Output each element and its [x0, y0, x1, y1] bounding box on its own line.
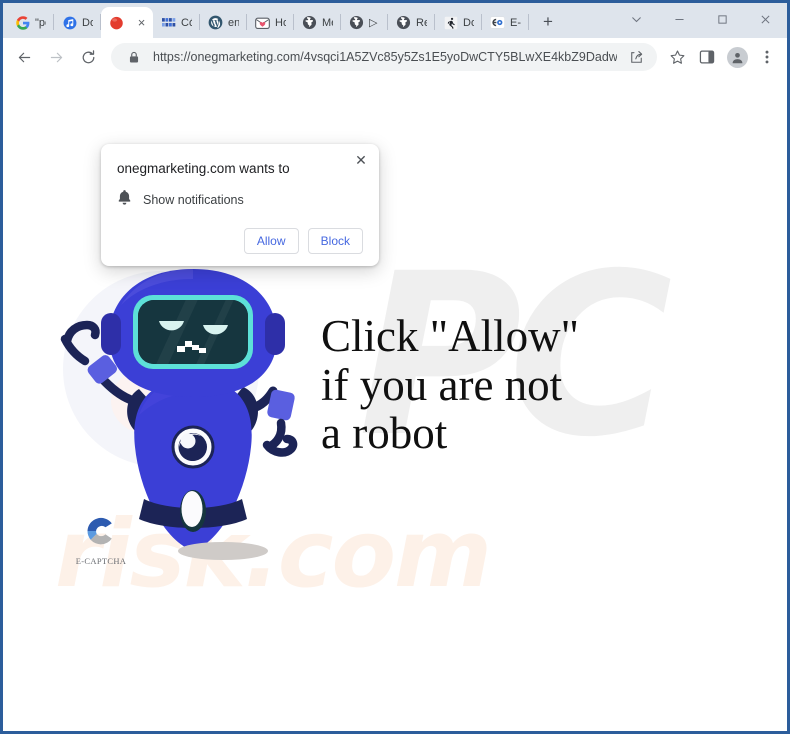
side-panel-icon[interactable]: [693, 43, 721, 71]
tab-title: "pc: [35, 16, 46, 29]
globe-icon: [396, 15, 411, 30]
tab-0[interactable]: "pc: [7, 7, 53, 38]
tab-title: Do: [82, 16, 93, 29]
captcha-logo: E-CAPTCHA: [69, 513, 133, 566]
tab-title: ▷ |: [369, 17, 380, 29]
minimize-icon[interactable]: [658, 3, 701, 36]
tab-1[interactable]: Do: [54, 7, 100, 38]
close-icon[interactable]: ✕: [351, 150, 371, 170]
browser-window: "pc Do ×: [0, 0, 790, 734]
google-g-icon: [15, 15, 30, 30]
tab-6[interactable]: Me: [294, 7, 340, 38]
url-text[interactable]: https://onegmarketing.com/4vsqci1A5ZVc85…: [153, 50, 617, 64]
close-icon[interactable]: [744, 3, 787, 36]
tab-title: en: [228, 16, 239, 29]
tab-title: Do: [463, 16, 474, 29]
allow-button[interactable]: Allow: [243, 228, 299, 254]
c-ring-logo-icon: [83, 517, 119, 553]
address-bar[interactable]: https://onegmarketing.com/4vsqci1A5ZVc85…: [111, 43, 657, 71]
tab-10[interactable]: E-C: [482, 7, 528, 38]
person-dark-icon: [443, 15, 458, 30]
tab-7[interactable]: ▷ |: [341, 7, 387, 38]
globe-icon: [349, 15, 364, 30]
three-dot-menu-icon[interactable]: [753, 43, 781, 71]
bell-icon: [117, 189, 132, 210]
permission-label: Show notifications: [143, 192, 244, 207]
reload-icon[interactable]: [73, 42, 103, 72]
tab-separator: [528, 14, 529, 30]
robot-shadow: [178, 542, 268, 560]
tab-title: Ho: [275, 16, 286, 29]
block-button[interactable]: Block: [307, 228, 363, 254]
tab-title: E-C: [510, 16, 521, 29]
tab-4[interactable]: en: [200, 7, 246, 38]
tab-title: Có: [181, 16, 192, 29]
mail-heart-icon: [255, 15, 270, 30]
tab-title: Me: [322, 16, 333, 29]
page-viewport: PC risk.com Click "Allow" if you are not…: [3, 76, 787, 731]
star-bookmark-icon[interactable]: [663, 43, 691, 71]
tab-strip: "pc Do ×: [3, 3, 787, 38]
browser-toolbar: https://onegmarketing.com/4vsqci1A5ZVc85…: [3, 38, 787, 76]
pixel-blue-icon: [161, 15, 176, 30]
tab-2-active[interactable]: ×: [101, 7, 153, 38]
permission-dialog-title: onegmarketing.com wants to: [117, 161, 290, 176]
tab-8[interactable]: Re: [388, 7, 434, 38]
red-circle-icon: [109, 15, 124, 30]
wordpress-icon: [208, 15, 223, 30]
new-tab-button[interactable]: +: [535, 9, 561, 35]
back-arrow-icon[interactable]: [9, 42, 39, 72]
tab-title: Re: [416, 16, 427, 29]
page-headline: Click "Allow" if you are not a robot: [321, 311, 579, 459]
avatar: [726, 46, 748, 68]
forward-arrow-icon[interactable]: [41, 42, 71, 72]
tab-search-chevron-icon[interactable]: [615, 3, 658, 36]
permission-actions: Allow Block: [117, 228, 363, 254]
tab-close-icon[interactable]: ×: [134, 15, 149, 30]
eo-icon: [490, 15, 505, 30]
music-note-icon: [62, 15, 77, 30]
permission-row: Show notifications: [117, 189, 363, 210]
window-controls: [615, 3, 787, 36]
tab-3[interactable]: Có: [153, 7, 199, 38]
share-icon[interactable]: [625, 46, 647, 68]
tab-9[interactable]: Do: [435, 7, 481, 38]
notification-permission-dialog: ✕ onegmarketing.com wants to Show notifi…: [101, 144, 379, 266]
globe-icon: [302, 15, 317, 30]
captcha-logo-label: E-CAPTCHA: [75, 556, 127, 566]
profile-avatar-icon[interactable]: [723, 43, 751, 71]
lock-icon: [123, 46, 145, 68]
maximize-icon[interactable]: [701, 3, 744, 36]
tab-5[interactable]: Ho: [247, 7, 293, 38]
